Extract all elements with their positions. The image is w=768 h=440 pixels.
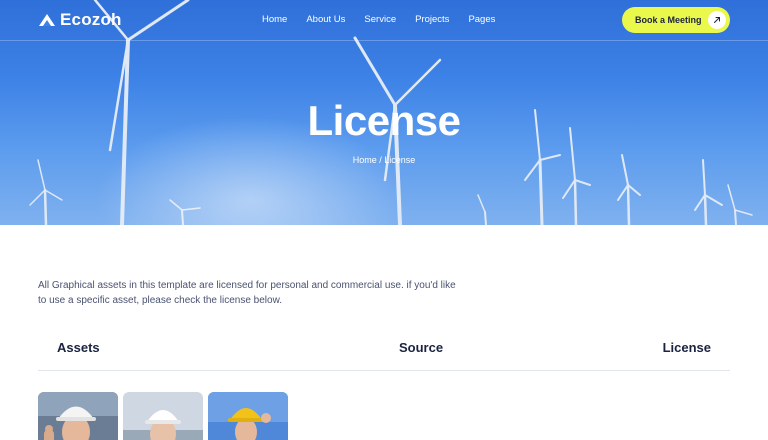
navbar: Ecozoh Home About Us Service Projects Pa… <box>0 0 768 41</box>
page-title: License <box>307 97 461 144</box>
license-table-header: Assets Source License <box>38 336 730 371</box>
license-intro-text: All Graphical assets in this template ar… <box>38 280 456 306</box>
asset-thumbnail-1[interactable] <box>38 392 118 440</box>
asset-thumbnail-3[interactable] <box>208 392 288 440</box>
asset-thumbnail-2[interactable] <box>123 392 203 440</box>
nav-pages[interactable]: Pages <box>468 14 495 25</box>
column-source: Source <box>399 340 444 355</box>
asset-thumbnails <box>38 392 293 440</box>
book-meeting-button[interactable]: Book a Meeting <box>622 7 730 33</box>
brand-logo[interactable]: Ecozoh <box>38 10 122 30</box>
breadcrumb: Home / License <box>0 155 768 165</box>
nav-about-us[interactable]: About Us <box>306 14 345 25</box>
arrow-up-right-icon <box>708 11 726 29</box>
main-nav: Home About Us Service Projects Pages <box>262 14 514 25</box>
leaf-mountain-icon <box>39 14 55 26</box>
nav-home[interactable]: Home <box>262 14 287 25</box>
nav-projects[interactable]: Projects <box>415 14 449 25</box>
book-meeting-label: Book a Meeting <box>635 15 702 25</box>
breadcrumb-current: License <box>384 155 416 165</box>
hero-banner: Ecozoh Home About Us Service Projects Pa… <box>0 0 768 225</box>
nav-service[interactable]: Service <box>364 14 396 25</box>
brand-name: Ecozoh <box>60 10 122 29</box>
column-assets: Assets <box>57 340 100 355</box>
column-license: License <box>662 340 711 355</box>
breadcrumb-home[interactable]: Home <box>353 155 377 165</box>
